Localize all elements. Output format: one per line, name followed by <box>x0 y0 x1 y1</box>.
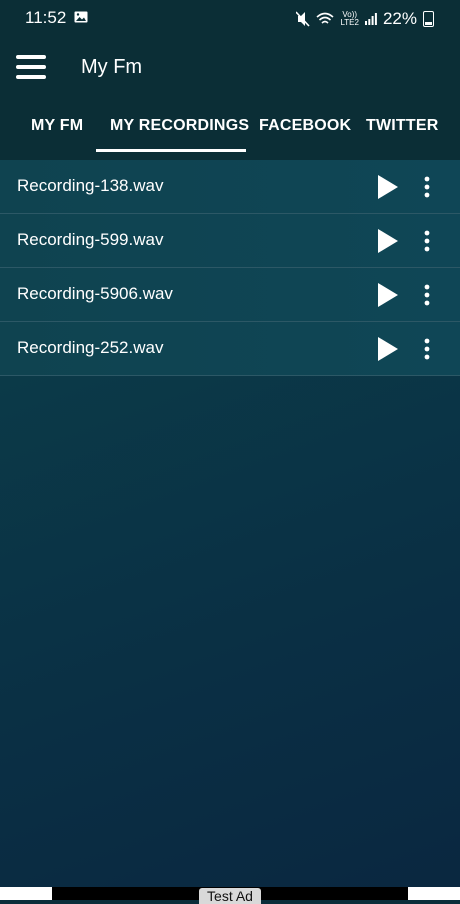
volte-indicator: Vo)) LTE2 <box>340 11 359 27</box>
ad-margin-left <box>0 887 52 900</box>
play-icon[interactable] <box>377 282 399 308</box>
page-title: My Fm <box>81 56 143 78</box>
hamburger-icon <box>16 75 46 79</box>
tab-facebook[interactable]: FACEBOOK <box>259 117 351 135</box>
app-bar: My Fm <box>0 36 460 100</box>
recordings-list: Recording-138.wav Recording-599.wav Reco… <box>0 160 460 376</box>
more-options-icon[interactable] <box>420 284 434 306</box>
lte-label: LTE2 <box>340 18 359 27</box>
more-options-icon[interactable] <box>420 338 434 360</box>
recording-name: Recording-138.wav <box>17 176 164 195</box>
ad-margin-right <box>408 887 460 900</box>
tab-twitter[interactable]: TWITTER <box>366 117 439 135</box>
recording-name: Recording-252.wav <box>17 338 164 357</box>
play-icon[interactable] <box>377 228 399 254</box>
gallery-notification-icon <box>74 11 88 23</box>
hamburger-icon <box>16 55 46 59</box>
more-options-icon[interactable] <box>420 230 434 252</box>
more-options-icon[interactable] <box>420 176 434 198</box>
wifi-icon <box>316 12 334 24</box>
list-item[interactable]: Recording-599.wav <box>0 214 460 268</box>
battery-icon <box>423 11 434 27</box>
list-item[interactable]: Recording-5906.wav <box>0 268 460 322</box>
ad-label: Test Ad <box>199 888 261 904</box>
mute-icon <box>296 11 311 27</box>
signal-icon <box>364 13 377 25</box>
tab-indicator <box>96 149 246 152</box>
hamburger-icon <box>16 65 46 69</box>
tab-my-recordings[interactable]: MY RECORDINGS <box>110 117 249 135</box>
battery-percent: 22% <box>382 9 417 28</box>
list-item[interactable]: Recording-252.wav <box>0 322 460 376</box>
tab-bar: MY FM MY RECORDINGS FACEBOOK TWITTER <box>0 100 460 152</box>
tab-my-fm[interactable]: MY FM <box>31 117 83 135</box>
status-bar: 11:52 Vo)) LTE2 22% <box>0 0 460 36</box>
status-icons: Vo)) LTE2 22% <box>296 9 434 29</box>
menu-button[interactable] <box>16 55 46 79</box>
recording-name: Recording-5906.wav <box>17 284 173 303</box>
recording-name: Recording-599.wav <box>17 230 164 249</box>
status-time: 11:52 <box>25 8 67 27</box>
play-icon[interactable] <box>377 174 399 200</box>
play-icon[interactable] <box>377 336 399 362</box>
list-item[interactable]: Recording-138.wav <box>0 160 460 214</box>
header: 11:52 Vo)) LTE2 22% My Fm MY FM MY RECOR… <box>0 0 460 160</box>
